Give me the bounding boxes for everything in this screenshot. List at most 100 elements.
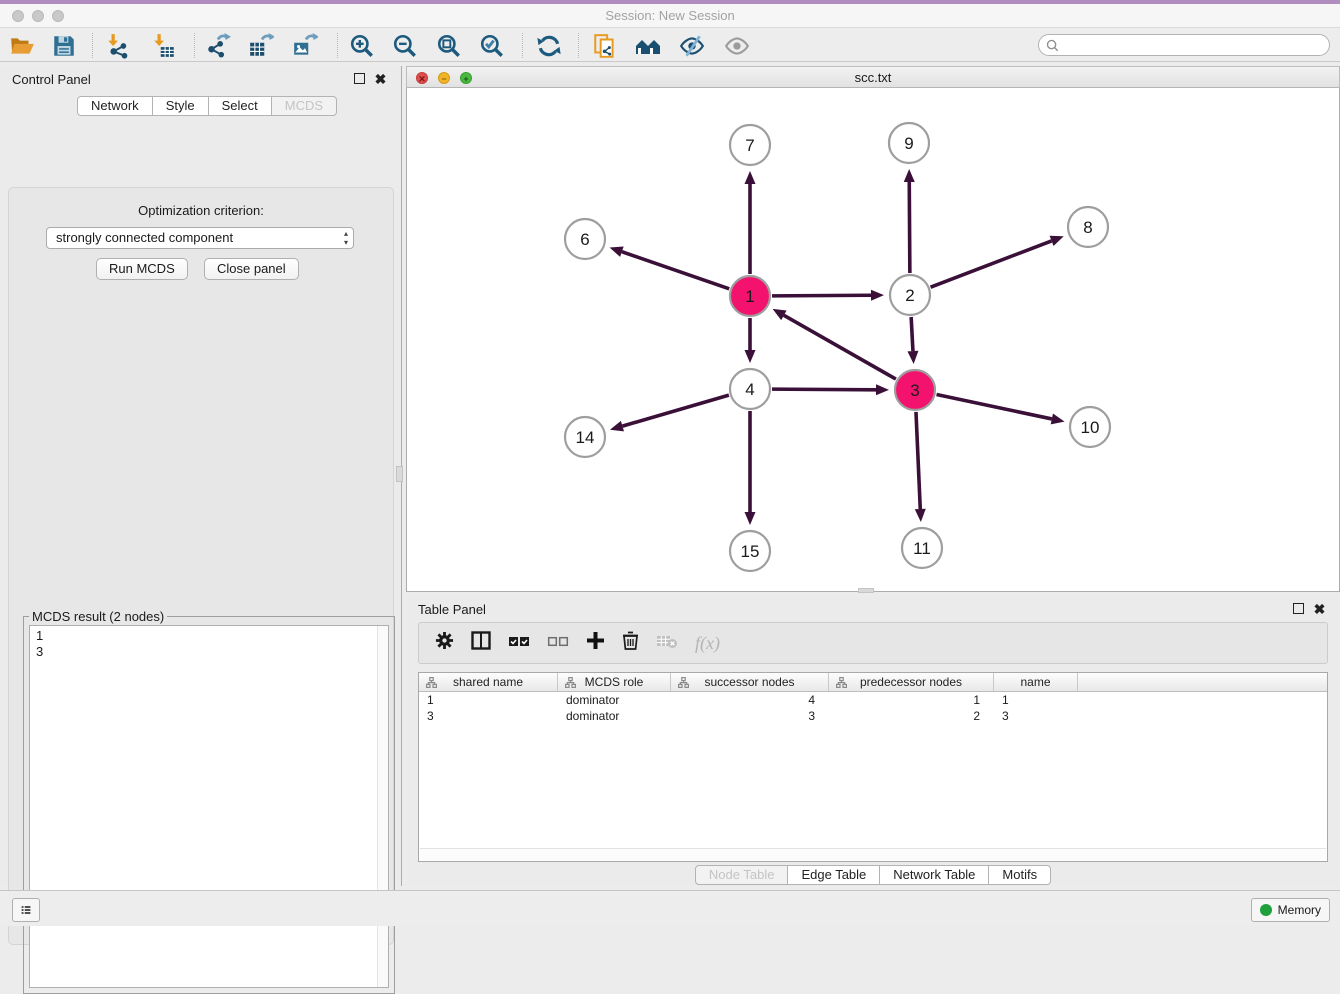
table-cell[interactable]: 4 — [671, 692, 829, 708]
delete-table-icon[interactable] — [656, 633, 678, 654]
mcds-panel: Optimization criterion: strongly connect… — [8, 187, 394, 945]
table-cell[interactable]: 3 — [671, 708, 829, 724]
node-label-4: 4 — [745, 380, 754, 399]
refresh-icon[interactable] — [535, 32, 563, 60]
edge-2-9[interactable] — [909, 182, 910, 273]
column-layout-icon[interactable] — [471, 631, 491, 655]
zoom-selected-icon[interactable] — [478, 32, 506, 60]
horizontal-splitter-grip[interactable] — [858, 588, 874, 593]
tab-motifs[interactable]: Motifs — [988, 865, 1051, 885]
node-label-1: 1 — [745, 287, 754, 306]
column-header-MCDS-role[interactable]: MCDS role — [558, 673, 671, 691]
edge-1-6[interactable] — [622, 252, 729, 289]
edge-2-8[interactable] — [931, 241, 1052, 287]
export-image-icon[interactable] — [291, 32, 319, 60]
import-network-icon[interactable] — [104, 32, 132, 60]
edge-4-3[interactable] — [772, 389, 876, 390]
clone-network-icon[interactable] — [591, 32, 619, 60]
edge-arrowhead — [745, 350, 756, 363]
add-icon[interactable] — [586, 631, 605, 655]
zoom-out-icon[interactable] — [391, 32, 419, 60]
table-cell[interactable]: dominator — [558, 692, 671, 708]
table-cell[interactable]: 1 — [994, 692, 1078, 708]
task-history-button[interactable] — [12, 898, 40, 922]
hide-selected-icon[interactable] — [678, 32, 706, 60]
delete-icon[interactable] — [622, 631, 639, 655]
table-cell[interactable]: 1 — [829, 692, 994, 708]
vertical-splitter-grip[interactable] — [396, 466, 403, 482]
search-field[interactable] — [1038, 34, 1330, 56]
float-panel-icon[interactable] — [354, 73, 365, 84]
table-cell[interactable]: 3 — [994, 708, 1078, 724]
column-header-predecessor-nodes[interactable]: predecessor nodes — [829, 673, 994, 691]
zoom-in-icon[interactable] — [348, 32, 376, 60]
edge-arrowhead — [904, 169, 915, 182]
table-row[interactable]: 1dominator411 — [419, 692, 1327, 708]
edge-3-11[interactable] — [916, 412, 920, 509]
table-cell[interactable]: dominator — [558, 708, 671, 724]
table-toolbar: f(x) — [418, 622, 1328, 664]
open-session-icon[interactable] — [8, 32, 36, 60]
criterion-select[interactable]: strongly connected component ▴▾ — [46, 227, 354, 249]
tab-node-table[interactable]: Node Table — [695, 865, 789, 885]
node-label-14: 14 — [576, 428, 595, 447]
tab-network-table[interactable]: Network Table — [879, 865, 989, 885]
node-label-2: 2 — [905, 286, 914, 305]
node-label-3: 3 — [910, 381, 919, 400]
show-all-icon[interactable] — [723, 32, 751, 60]
tab-edge-table[interactable]: Edge Table — [787, 865, 880, 885]
edge-arrowhead — [871, 290, 884, 301]
close-panel-button[interactable]: Close panel — [204, 258, 299, 280]
network-view-window: ✕ − + scc.txt 7968124314101511 — [406, 66, 1340, 592]
node-label-6: 6 — [580, 230, 589, 249]
edge-arrowhead — [610, 247, 624, 257]
mcds-result-text[interactable]: 1 3 — [29, 625, 389, 988]
select-all-icon[interactable] — [508, 634, 530, 653]
node-label-11: 11 — [913, 539, 931, 558]
deselect-all-icon[interactable] — [547, 634, 569, 653]
edge-3-10[interactable] — [937, 395, 1052, 419]
export-network-icon[interactable] — [204, 32, 232, 60]
search-input[interactable] — [1063, 37, 1329, 53]
table-horizontal-scrollbar[interactable] — [420, 848, 1326, 860]
node-label-7: 7 — [745, 136, 754, 155]
control-panel-tabs: NetworkStyleSelectMCDS — [77, 96, 337, 116]
save-session-icon[interactable] — [50, 32, 78, 60]
mcds-result-box: MCDS result (2 nodes) 1 3 — [23, 616, 395, 994]
search-icon — [1046, 39, 1059, 52]
control-panel: Control Panel ✖ NetworkStyleSelectMCDS O… — [0, 66, 402, 886]
import-table-icon[interactable] — [150, 32, 178, 60]
optimization-criterion-label: Optimization criterion: — [9, 203, 393, 218]
table-header-row: shared nameMCDS rolesuccessor nodesprede… — [419, 673, 1327, 692]
table-cell[interactable]: 3 — [419, 708, 558, 724]
result-scrollbar[interactable] — [377, 626, 388, 987]
gear-icon[interactable] — [435, 631, 454, 655]
tab-network[interactable]: Network — [77, 96, 153, 116]
table-float-panel-icon[interactable] — [1293, 603, 1304, 614]
edge-2-3[interactable] — [911, 317, 913, 351]
table-cell[interactable]: 2 — [829, 708, 994, 724]
table-row[interactable]: 3dominator323 — [419, 708, 1327, 724]
close-panel-icon[interactable]: ✖ — [374, 73, 387, 86]
export-table-icon[interactable] — [247, 32, 275, 60]
edge-4-14[interactable] — [622, 395, 728, 426]
function-builder-icon[interactable]: f(x) — [695, 633, 720, 654]
edge-3-1[interactable] — [784, 315, 896, 379]
node-table[interactable]: shared nameMCDS rolesuccessor nodesprede… — [418, 672, 1328, 862]
tab-select[interactable]: Select — [208, 96, 272, 116]
edge-1-2[interactable] — [772, 295, 871, 296]
column-header-shared-name[interactable]: shared name — [419, 673, 558, 691]
network-canvas[interactable]: 7968124314101511 — [406, 88, 1340, 592]
run-mcds-button[interactable]: Run MCDS — [96, 258, 188, 280]
tab-style[interactable]: Style — [152, 96, 209, 116]
table-close-panel-icon[interactable]: ✖ — [1313, 603, 1326, 616]
zoom-fit-icon[interactable] — [435, 32, 463, 60]
network-window-titlebar[interactable]: ✕ − + scc.txt — [406, 66, 1340, 88]
table-cell[interactable]: 1 — [419, 692, 558, 708]
memory-button[interactable]: Memory — [1251, 898, 1330, 922]
column-header-successor-nodes[interactable]: successor nodes — [671, 673, 829, 691]
network-graph[interactable]: 7968124314101511 — [407, 88, 1339, 590]
tab-mcds[interactable]: MCDS — [271, 96, 337, 116]
first-neighbors-icon[interactable] — [634, 32, 662, 60]
column-header-name[interactable]: name — [994, 673, 1078, 691]
